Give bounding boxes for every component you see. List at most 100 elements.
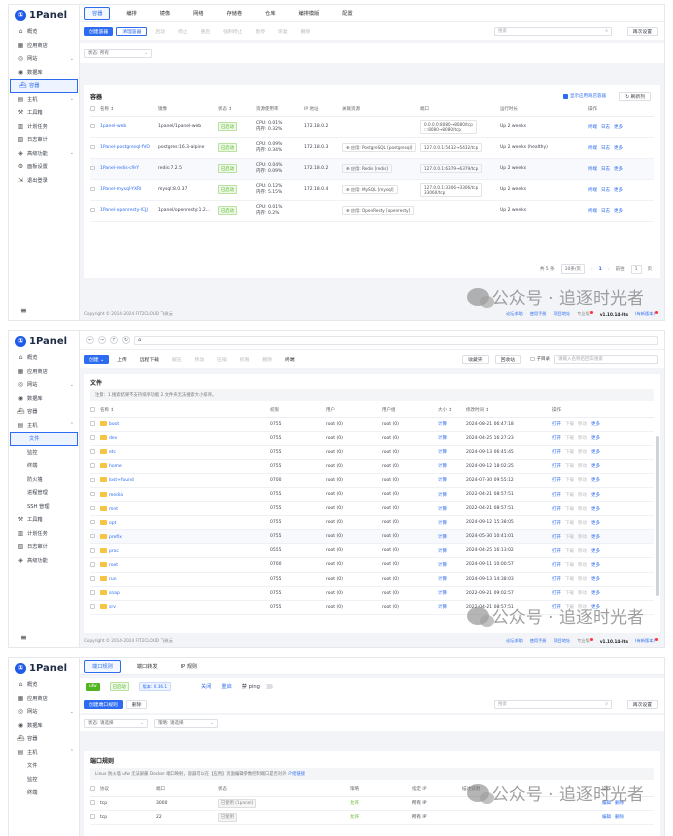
sidebar-sub-item-0[interactable]: 文件: [10, 432, 78, 446]
checkbox[interactable]: [90, 800, 95, 805]
checkbox[interactable]: [90, 533, 95, 539]
folder-name-link[interactable]: home: [109, 464, 122, 469]
checkbox[interactable]: [90, 548, 95, 553]
calculate-size-link[interactable]: 计算: [438, 473, 466, 488]
collapse-menu-icon[interactable]: ≡: [20, 306, 27, 315]
row-checkbox-cell[interactable]: [90, 515, 100, 531]
row-action-link[interactable]: 打开: [552, 591, 561, 596]
forward-icon[interactable]: →: [98, 336, 106, 344]
row-checkbox-cell[interactable]: [90, 431, 100, 446]
policy-label[interactable]: 允许: [350, 801, 359, 806]
delete-button[interactable]: 删除: [125, 699, 148, 709]
row-action-link[interactable]: 下载: [565, 591, 574, 596]
row-action-link[interactable]: 移动: [578, 436, 587, 441]
new-version-link[interactable]: (有新版本): [635, 638, 658, 644]
row-action-link[interactable]: 移动: [578, 591, 587, 596]
row-action-link[interactable]: 移动: [578, 450, 587, 455]
row-action-link[interactable]: 打开: [552, 422, 561, 427]
folder-name-link[interactable]: snap: [109, 591, 120, 596]
sidebar-item-11[interactable]: ⇲ 退出登录: [9, 174, 79, 188]
checkbox[interactable]: [90, 435, 95, 440]
row-action-link[interactable]: 打开: [552, 450, 561, 455]
checkbox[interactable]: [90, 519, 95, 525]
reset-button[interactable]: 再次设置: [626, 26, 658, 36]
row-checkbox-cell[interactable]: [90, 600, 100, 615]
tab-item-3[interactable]: 网络: [186, 8, 210, 19]
row-action-link[interactable]: 终端: [588, 188, 597, 193]
checkbox[interactable]: [90, 590, 95, 595]
row-action-link[interactable]: 删除: [615, 815, 624, 820]
select-all-cell[interactable]: [90, 783, 100, 797]
name-cell[interactable]: dev: [100, 431, 270, 446]
container-name-link[interactable]: 1Panel-mysql-YXRI: [100, 179, 158, 201]
row-action-link[interactable]: 更多: [591, 493, 600, 498]
calculate-size-link[interactable]: 计算: [438, 501, 466, 517]
row-action-link[interactable]: 下载: [565, 577, 574, 582]
page-size-select[interactable]: 10条/页: [560, 264, 585, 274]
row-action-link[interactable]: 更多: [591, 422, 600, 427]
subdir-checkbox[interactable]: 子目录: [530, 356, 550, 362]
reset-button[interactable]: 再次设置: [626, 699, 658, 709]
sidebar-item-5[interactable]: ▤ 主机 ⌃: [9, 419, 79, 433]
row-action-link[interactable]: 更多: [591, 521, 600, 526]
name-cell[interactable]: lost+found: [100, 473, 270, 488]
status-filter-select[interactable]: 状态: 所有 ⌄: [84, 48, 152, 58]
row-action-link[interactable]: 下载: [565, 549, 574, 554]
sidebar-sub-item-3[interactable]: 防火墙: [9, 473, 79, 487]
calculate-size-link[interactable]: 计算: [438, 586, 466, 601]
tab-item-0[interactable]: 容器: [84, 6, 111, 20]
row-action-link[interactable]: 更多: [591, 507, 600, 512]
sidebar-after-item-1[interactable]: ▥ 计划任务: [9, 527, 79, 541]
scrollbar[interactable]: [656, 436, 659, 596]
file-search-input[interactable]: 请输入名称后回车搜索: [554, 354, 658, 364]
folder-name-link[interactable]: proc: [109, 549, 119, 554]
sidebar-after-item-0[interactable]: ⚒ 工具箱: [9, 513, 79, 527]
sidebar-after-item-3[interactable]: ◈ 高级功能: [9, 554, 79, 568]
remote-download-button[interactable]: 远程下载: [135, 355, 164, 364]
back-icon[interactable]: ←: [86, 336, 94, 344]
select-all-cell[interactable]: [90, 404, 100, 418]
row-action-link[interactable]: 移动: [578, 493, 587, 498]
sidebar-item-0[interactable]: ⌂ 概览: [9, 25, 79, 39]
goto-page-input[interactable]: 1: [630, 264, 642, 274]
row-action-link[interactable]: 更多: [614, 146, 623, 151]
name-cell[interactable]: media: [100, 487, 270, 503]
row-action-link[interactable]: 日志: [601, 167, 610, 172]
brand-logo[interactable]: ① 1Panel: [9, 331, 79, 351]
checkbox[interactable]: [90, 186, 95, 192]
create-container-button[interactable]: 创建容器: [84, 26, 114, 36]
sidebar-item-1[interactable]: ▦ 应用商店: [9, 692, 79, 706]
row-action-link[interactable]: 终端: [588, 209, 597, 214]
calculate-size-link[interactable]: 计算: [438, 572, 466, 587]
calculate-size-link[interactable]: 计算: [438, 600, 466, 615]
row-action-link[interactable]: 下载: [565, 507, 574, 512]
folder-name-link[interactable]: etc: [109, 450, 116, 455]
row-action-link[interactable]: 更多: [591, 549, 600, 554]
row-checkbox-cell[interactable]: [90, 116, 100, 138]
row-checkbox-cell[interactable]: [90, 417, 100, 432]
row-action-link[interactable]: 更多: [591, 577, 600, 582]
sidebar-item-4[interactable]: ⛴ 容器: [10, 79, 78, 93]
folder-name-link[interactable]: mnt: [109, 507, 118, 512]
calculate-size-link[interactable]: 计算: [438, 515, 466, 531]
checkbox[interactable]: [90, 123, 95, 129]
sidebar-item-0[interactable]: ⌂ 概览: [9, 678, 79, 692]
checkbox[interactable]: [90, 786, 95, 791]
checkbox[interactable]: [90, 144, 95, 150]
row-action-link[interactable]: 打开: [552, 521, 561, 526]
row-checkbox-cell[interactable]: [90, 810, 100, 825]
row-action-link[interactable]: 更多: [591, 591, 600, 596]
sidebar-item-10[interactable]: ⚙ 面板设置: [9, 160, 79, 174]
row-action-link[interactable]: 移动: [578, 478, 587, 483]
folder-name-link[interactable]: lost+found: [109, 478, 134, 483]
row-action-link[interactable]: 移动: [578, 464, 587, 469]
forum-link[interactable]: 论坛求助: [506, 638, 523, 644]
row-checkbox-cell[interactable]: [90, 572, 100, 587]
row-action-link[interactable]: 更多: [591, 450, 600, 455]
row-action-link[interactable]: 下载: [565, 535, 574, 540]
row-action-link[interactable]: 移动: [578, 535, 587, 540]
recycle-bin-button[interactable]: 回收站: [494, 354, 521, 364]
name-cell[interactable]: opt: [100, 515, 270, 531]
tab-item-1[interactable]: 编排: [119, 8, 143, 19]
row-action-link[interactable]: 打开: [552, 464, 561, 469]
